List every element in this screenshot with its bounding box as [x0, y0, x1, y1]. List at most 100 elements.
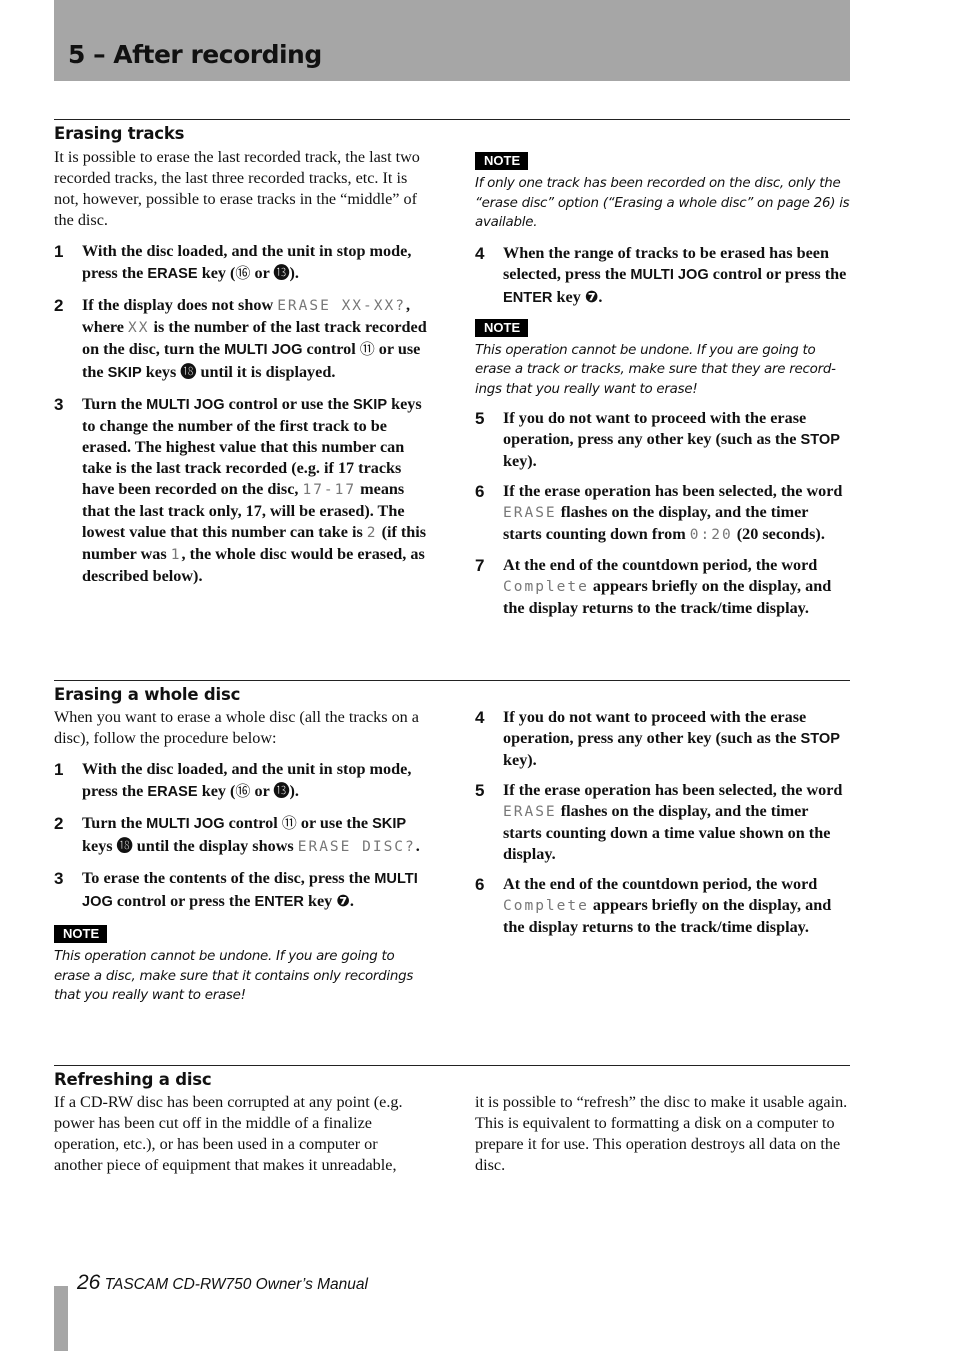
refreshing-right-column: it is possible to “refresh” the disc to … — [475, 1092, 850, 1176]
page-number: 26 — [77, 1271, 101, 1294]
step-number: 3 — [54, 869, 64, 888]
step-text: until the display shows — [132, 837, 298, 855]
key-name: SKIP — [372, 816, 407, 832]
refreshing-text-right: it is possible to “refresh” the disc to … — [475, 1093, 848, 1174]
panel-ref-number: ⑪ — [281, 814, 297, 832]
step-text: If the erase operation has been selected… — [503, 781, 843, 799]
section-divider — [54, 680, 850, 681]
key-name: STOP — [800, 432, 841, 448]
erasing-tracks-steps-right: 5 If you do not want to proceed with the … — [475, 408, 850, 619]
step-text: key — [552, 287, 585, 306]
step-number: 3 — [54, 395, 64, 414]
manual-title: TASCAM CD-RW750 Owner’s Manual — [104, 1276, 368, 1293]
key-name: ERASE — [147, 266, 198, 282]
step-number: 7 — [475, 556, 485, 575]
step-number: 1 — [54, 760, 64, 779]
display-text: ERASE — [503, 505, 557, 521]
step-3: 3 To erase the contents of the disc, pres… — [54, 868, 429, 913]
panel-ref-number: ⑯ — [235, 782, 251, 800]
step-text: Turn the — [82, 395, 147, 413]
key-name: SKIP — [353, 397, 388, 413]
step-text: If you do not want to proceed with the e… — [503, 409, 807, 448]
note-badge: NOTE — [54, 925, 108, 943]
step-text: Turn the — [82, 814, 147, 832]
page-footer: 26 TASCAM CD-RW750 Owner’s Manual — [77, 1271, 368, 1295]
step-text: or use the — [296, 814, 373, 832]
panel-ref-number: ⑪ — [359, 340, 375, 358]
step-4: 4 If you do not want to proceed with the … — [475, 707, 850, 771]
display-text: ERASE DISC? — [297, 839, 416, 855]
step-text: (20 seconds). — [732, 525, 825, 543]
panel-ref-number: ⓲ — [180, 362, 197, 381]
display-text: 1 — [170, 547, 182, 563]
step-text: or — [250, 264, 274, 282]
key-name: MULTI JOG — [146, 397, 225, 413]
step-number: 6 — [475, 875, 485, 894]
step-number: 2 — [54, 814, 64, 833]
erasing-disc-intro: When you want to erase a whole disc (all… — [54, 708, 419, 747]
step-text: control — [224, 814, 282, 832]
display-text: Complete — [503, 579, 589, 595]
step-text: key ( — [197, 264, 236, 282]
step-number: 4 — [475, 708, 485, 727]
step-text: control or press the — [708, 264, 847, 283]
key-name: ENTER — [254, 894, 304, 910]
step-text: keys — [141, 363, 181, 381]
display-text: 17-17 — [302, 482, 357, 498]
step-6: 6 If the erase operation has been selecte… — [475, 481, 850, 546]
step-number: 2 — [54, 296, 64, 315]
section-title-refreshing-disc: Refreshing a disc — [54, 1070, 212, 1089]
step-text: If you do not want to proceed with the e… — [503, 708, 807, 747]
note-text: This operation cannot be undone. If you … — [475, 342, 836, 397]
step-1: 1 With the disc loaded, and the unit in s… — [54, 241, 429, 285]
key-name: ENTER — [503, 289, 553, 306]
step-text: . — [598, 287, 603, 306]
step-number: 6 — [475, 482, 485, 501]
step-7: 7 At the end of the countdown period, the… — [475, 555, 850, 619]
key-name: STOP — [800, 731, 841, 747]
step-6: 6 At the end of the countdown period, the… — [475, 874, 850, 938]
step-text: key). — [503, 452, 537, 470]
step-text: ). — [289, 782, 299, 800]
key-name: SKIP — [107, 365, 142, 381]
display-text: ERASE XX-XX? — [277, 298, 406, 314]
display-text: XX — [128, 320, 150, 336]
step-text: At the end of the countdown period, the … — [503, 556, 818, 574]
panel-ref-number: ⓭ — [273, 263, 290, 282]
erasing-tracks-right-column: NOTE If only one track has been recorded… — [475, 152, 850, 619]
panel-ref-number: ❼ — [336, 891, 350, 910]
key-name: MULTI JOG — [146, 816, 225, 832]
step-text: key ( — [197, 782, 236, 800]
step-1: 1 With the disc loaded, and the unit in s… — [54, 759, 429, 803]
step-3: 3 Turn the MULTI JOG control or use the S… — [54, 394, 429, 587]
key-name: MULTI JOG — [224, 342, 303, 358]
section-title-erasing-whole-disc: Erasing a whole disc — [54, 685, 241, 704]
note-cannot-undo-tracks: NOTE This operation cannot be undone. If… — [475, 318, 850, 400]
step-number: 1 — [54, 242, 64, 261]
step-text: control or use the — [224, 395, 353, 413]
note-badge: NOTE — [475, 318, 529, 337]
step-text: . — [349, 892, 354, 910]
step-2: 2 Turn the MULTI JOG control ⑪ or use the… — [54, 813, 429, 858]
step-text: key). — [503, 751, 537, 769]
panel-ref-number: ❼ — [584, 286, 599, 306]
key-name: MULTI JOG — [630, 266, 709, 283]
note-text: This operation cannot be undone. If you … — [54, 949, 414, 1003]
step-text: keys — [82, 837, 117, 855]
step-4: 4 When the range of tracks to be erased h… — [475, 243, 850, 309]
step-number: 5 — [475, 781, 485, 800]
footer-side-bar — [54, 1286, 68, 1351]
erasing-disc-left-column: When you want to erase a whole disc (all… — [54, 707, 429, 1006]
erasing-tracks-steps-left: 1 With the disc loaded, and the unit in s… — [54, 241, 429, 587]
section-divider — [54, 1065, 850, 1066]
section-title-erasing-tracks: Erasing tracks — [54, 124, 185, 143]
step-text: control — [302, 340, 360, 358]
chapter-title: 5 – After recording — [68, 40, 322, 69]
step-text: If the display does not show — [82, 296, 278, 314]
note-badge: NOTE — [475, 152, 529, 170]
note-cannot-undo-disc: NOTE This operation cannot be undone. If… — [54, 925, 429, 1006]
section-divider — [54, 119, 850, 120]
display-text: ERASE — [503, 804, 557, 820]
step-5: 5 If the erase operation has been selecte… — [475, 780, 850, 865]
step-text: ). — [289, 264, 299, 282]
